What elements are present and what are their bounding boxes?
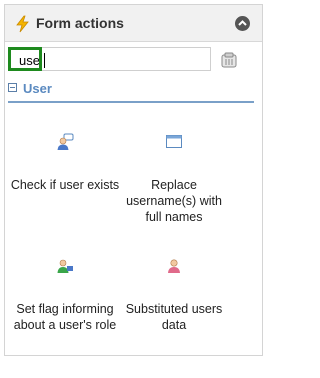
action-check-user-exists[interactable]: Check if user exists: [10, 133, 120, 193]
action-label: Replace username(s) with full names: [126, 178, 222, 224]
action-label: Substituted users data: [125, 302, 223, 332]
user-icon: [168, 259, 180, 273]
text-caret: [44, 53, 45, 68]
clear-search-icon[interactable]: [219, 50, 239, 70]
action-label: Set flag informing about a user's role: [13, 302, 117, 332]
user-flag-icon: [57, 259, 73, 273]
action-replace-usernames[interactable]: Replace username(s) with full names: [119, 133, 229, 225]
collapse-group-icon[interactable]: [8, 83, 17, 92]
group-user-header[interactable]: User: [8, 81, 254, 103]
panel-title: Form actions: [36, 15, 124, 31]
collapse-button[interactable]: [235, 16, 250, 31]
chevron-up-icon: [238, 20, 247, 26]
group-label: User: [23, 81, 52, 96]
action-set-role-flag[interactable]: Set flag informing about a user's role: [10, 257, 120, 333]
window-icon: [166, 135, 182, 148]
action-substituted-users[interactable]: Substituted users data: [119, 257, 229, 333]
lightning-icon: [16, 15, 29, 33]
panel-header: Form actions: [5, 5, 262, 42]
search-focus-highlight: [8, 47, 42, 71]
user-chat-icon: [57, 133, 74, 150]
action-label: Check if user exists: [10, 178, 120, 192]
